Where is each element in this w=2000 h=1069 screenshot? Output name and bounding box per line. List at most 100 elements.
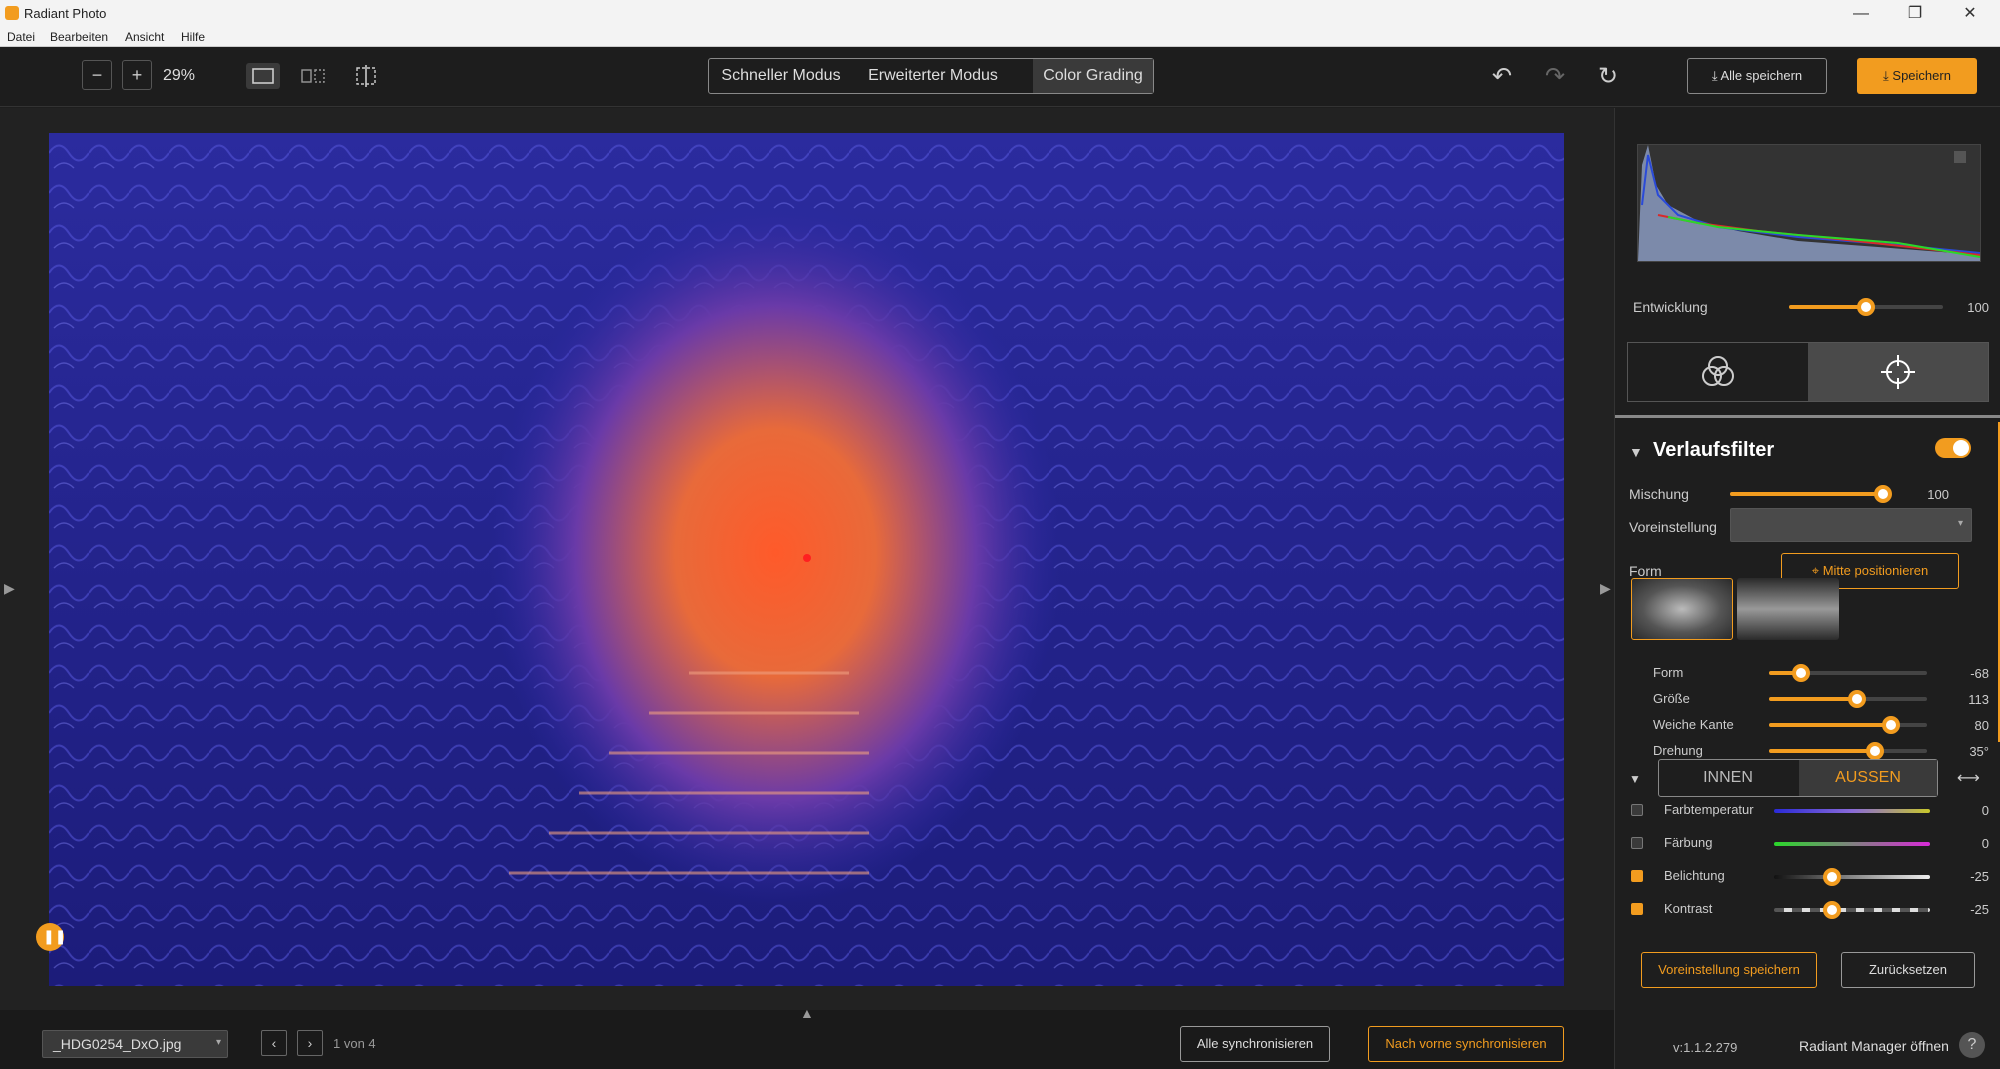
- menu-bar: Datei Bearbeiten Ansicht Hilfe: [0, 27, 2000, 47]
- voreinstellung-label: Voreinstellung: [1629, 519, 1717, 535]
- sync-all-button[interactable]: Alle synchronisieren: [1180, 1026, 1330, 1062]
- section-toggle[interactable]: [1935, 438, 1971, 458]
- kontrast-value: -25: [1970, 902, 1989, 917]
- outside-option[interactable]: AUSSEN: [1799, 760, 1937, 796]
- menu-ansicht[interactable]: Ansicht: [125, 30, 164, 44]
- form-slider[interactable]: [1769, 664, 1927, 682]
- entwicklung-thumb[interactable]: [1857, 298, 1875, 316]
- file-select[interactable]: _HDG0254_DxO.jpg ▾: [42, 1030, 228, 1058]
- farbtemperatur-checkbox[interactable]: [1631, 804, 1643, 816]
- next-image-button[interactable]: ›: [297, 1030, 323, 1056]
- faerbung-slider[interactable]: [1774, 842, 1930, 846]
- shape-linear-option[interactable]: [1737, 578, 1839, 640]
- adjustment-panel: Entwicklung 100 ▼ Verlaufsfilter Mischun…: [1614, 108, 2000, 1069]
- mode-schneller[interactable]: Schneller Modus: [709, 59, 853, 93]
- zoom-out-button[interactable]: −: [82, 60, 112, 90]
- mischung-slider[interactable]: [1730, 485, 1892, 503]
- mode-erweiterter[interactable]: Erweiterter Modus: [853, 59, 1013, 93]
- entwicklung-label: Entwicklung: [1633, 299, 1708, 315]
- drehung-value: 35°: [1969, 744, 1989, 759]
- image-canvas: ▶ ▶ ❚❚: [0, 108, 1614, 1069]
- entwicklung-fill: [1789, 305, 1866, 309]
- form-label: Form: [1629, 563, 1662, 579]
- zoom-level: 29%: [163, 67, 196, 84]
- entwicklung-slider[interactable]: [1789, 298, 1943, 316]
- reset-icon[interactable]: ↻: [1594, 63, 1622, 91]
- save-button[interactable]: ⤓ Speichern: [1857, 58, 1977, 94]
- undo-icon[interactable]: ↶: [1488, 63, 1516, 91]
- compare-handle[interactable]: ❚❚: [36, 923, 66, 951]
- kontrast-thumb[interactable]: [1822, 901, 1841, 919]
- faerbung-checkbox[interactable]: [1631, 837, 1643, 849]
- groesse-fill: [1769, 697, 1858, 701]
- open-manager-link[interactable]: Radiant Manager öffnen: [1799, 1038, 1949, 1054]
- mischung-fill: [1730, 492, 1883, 496]
- save-preset-button[interactable]: Voreinstellung speichern: [1641, 952, 1817, 988]
- form-value: -68: [1970, 666, 1989, 681]
- belichtung-checkbox[interactable]: [1631, 870, 1643, 882]
- drehung-thumb[interactable]: [1865, 742, 1884, 760]
- sync-forward-button[interactable]: Nach vorne synchronisieren: [1368, 1026, 1564, 1062]
- save-all-button[interactable]: ⤓ Alle speichern: [1687, 58, 1827, 94]
- redo-icon[interactable]: ↷: [1541, 63, 1569, 91]
- zoom-in-button[interactable]: +: [122, 60, 152, 90]
- title-bar: Radiant Photo — ❐ ✕: [0, 0, 2000, 27]
- minimize-button[interactable]: —: [1838, 0, 1884, 27]
- prev-image-button[interactable]: ‹: [261, 1030, 287, 1056]
- close-window-button[interactable]: ✕: [1947, 0, 1993, 27]
- single-view-button[interactable]: [246, 63, 280, 89]
- chevron-down-icon: ▾: [215, 1037, 221, 1048]
- swap-arrows-icon[interactable]: ⟷: [1957, 768, 1980, 788]
- save-label: Speichern: [1892, 68, 1951, 83]
- file-name: _HDG0254_DxO.jpg: [53, 1036, 182, 1052]
- left-panel-toggle-icon[interactable]: ▶: [4, 580, 15, 597]
- weiche-kante-slider[interactable]: [1769, 716, 1927, 734]
- farbtemperatur-slider[interactable]: [1774, 809, 1930, 813]
- collapse-triangle-icon[interactable]: ▼: [1629, 444, 1643, 460]
- drehung-slider[interactable]: [1769, 742, 1927, 760]
- photo-preview[interactable]: [49, 133, 1564, 986]
- shape-radial-option[interactable]: [1631, 578, 1733, 640]
- weiche-kante-label: Weiche Kante: [1653, 717, 1734, 732]
- collapse-triangle-icon[interactable]: ▼: [1629, 772, 1641, 786]
- save-all-label: Alle speichern: [1720, 68, 1803, 83]
- kontrast-slider[interactable]: [1774, 901, 1930, 919]
- groesse-slider[interactable]: [1769, 690, 1927, 708]
- compare-view-button[interactable]: [349, 63, 383, 89]
- menu-bearbeiten[interactable]: Bearbeiten: [50, 30, 108, 44]
- mode-color-grading[interactable]: Color Grading: [1033, 59, 1153, 93]
- tab-global-color[interactable]: [1628, 343, 1808, 401]
- app-logo-icon: [5, 6, 19, 20]
- weiche-kante-thumb[interactable]: [1881, 716, 1900, 734]
- belichtung-thumb[interactable]: [1822, 868, 1841, 886]
- inside-outside-switch: INNEN AUSSEN: [1658, 759, 1938, 797]
- drehung-label: Drehung: [1653, 743, 1703, 758]
- bottom-bar: _HDG0254_DxO.jpg ▾ ‹ › 1 von 4 ▲ Alle sy…: [0, 1005, 1614, 1069]
- entwicklung-value: 100: [1967, 300, 1989, 315]
- groesse-thumb[interactable]: [1848, 690, 1867, 708]
- weiche-kante-value: 80: [1974, 718, 1989, 733]
- help-icon[interactable]: ?: [1959, 1032, 1985, 1058]
- preset-select[interactable]: ▾: [1730, 508, 1972, 542]
- faerbung-label: Färbung: [1664, 835, 1713, 850]
- menu-datei[interactable]: Datei: [7, 30, 35, 44]
- belichtung-slider[interactable]: [1774, 868, 1930, 886]
- panel-divider: [1615, 415, 2000, 418]
- color-circles-icon: [1702, 356, 1734, 386]
- right-panel-toggle-icon[interactable]: ▶: [1600, 580, 1611, 597]
- split-view-button[interactable]: [296, 63, 330, 89]
- form-thumb[interactable]: [1791, 664, 1810, 682]
- version-label: v:1.1.2.279: [1673, 1040, 1738, 1055]
- groesse-value: 113: [1968, 692, 1989, 707]
- menu-hilfe[interactable]: Hilfe: [181, 30, 205, 44]
- mischung-label: Mischung: [1629, 486, 1689, 502]
- filmstrip-toggle-icon[interactable]: ▲: [800, 1005, 814, 1021]
- mischung-thumb[interactable]: [1873, 485, 1892, 503]
- kontrast-label: Kontrast: [1664, 901, 1713, 916]
- farbtemperatur-value: 0: [1981, 803, 1989, 818]
- tab-local-adjust[interactable]: [1808, 343, 1988, 401]
- inside-option[interactable]: INNEN: [1659, 760, 1797, 796]
- maximize-button[interactable]: ❐: [1892, 0, 1938, 27]
- kontrast-checkbox[interactable]: [1631, 903, 1643, 915]
- reset-button[interactable]: Zurücksetzen: [1841, 952, 1975, 988]
